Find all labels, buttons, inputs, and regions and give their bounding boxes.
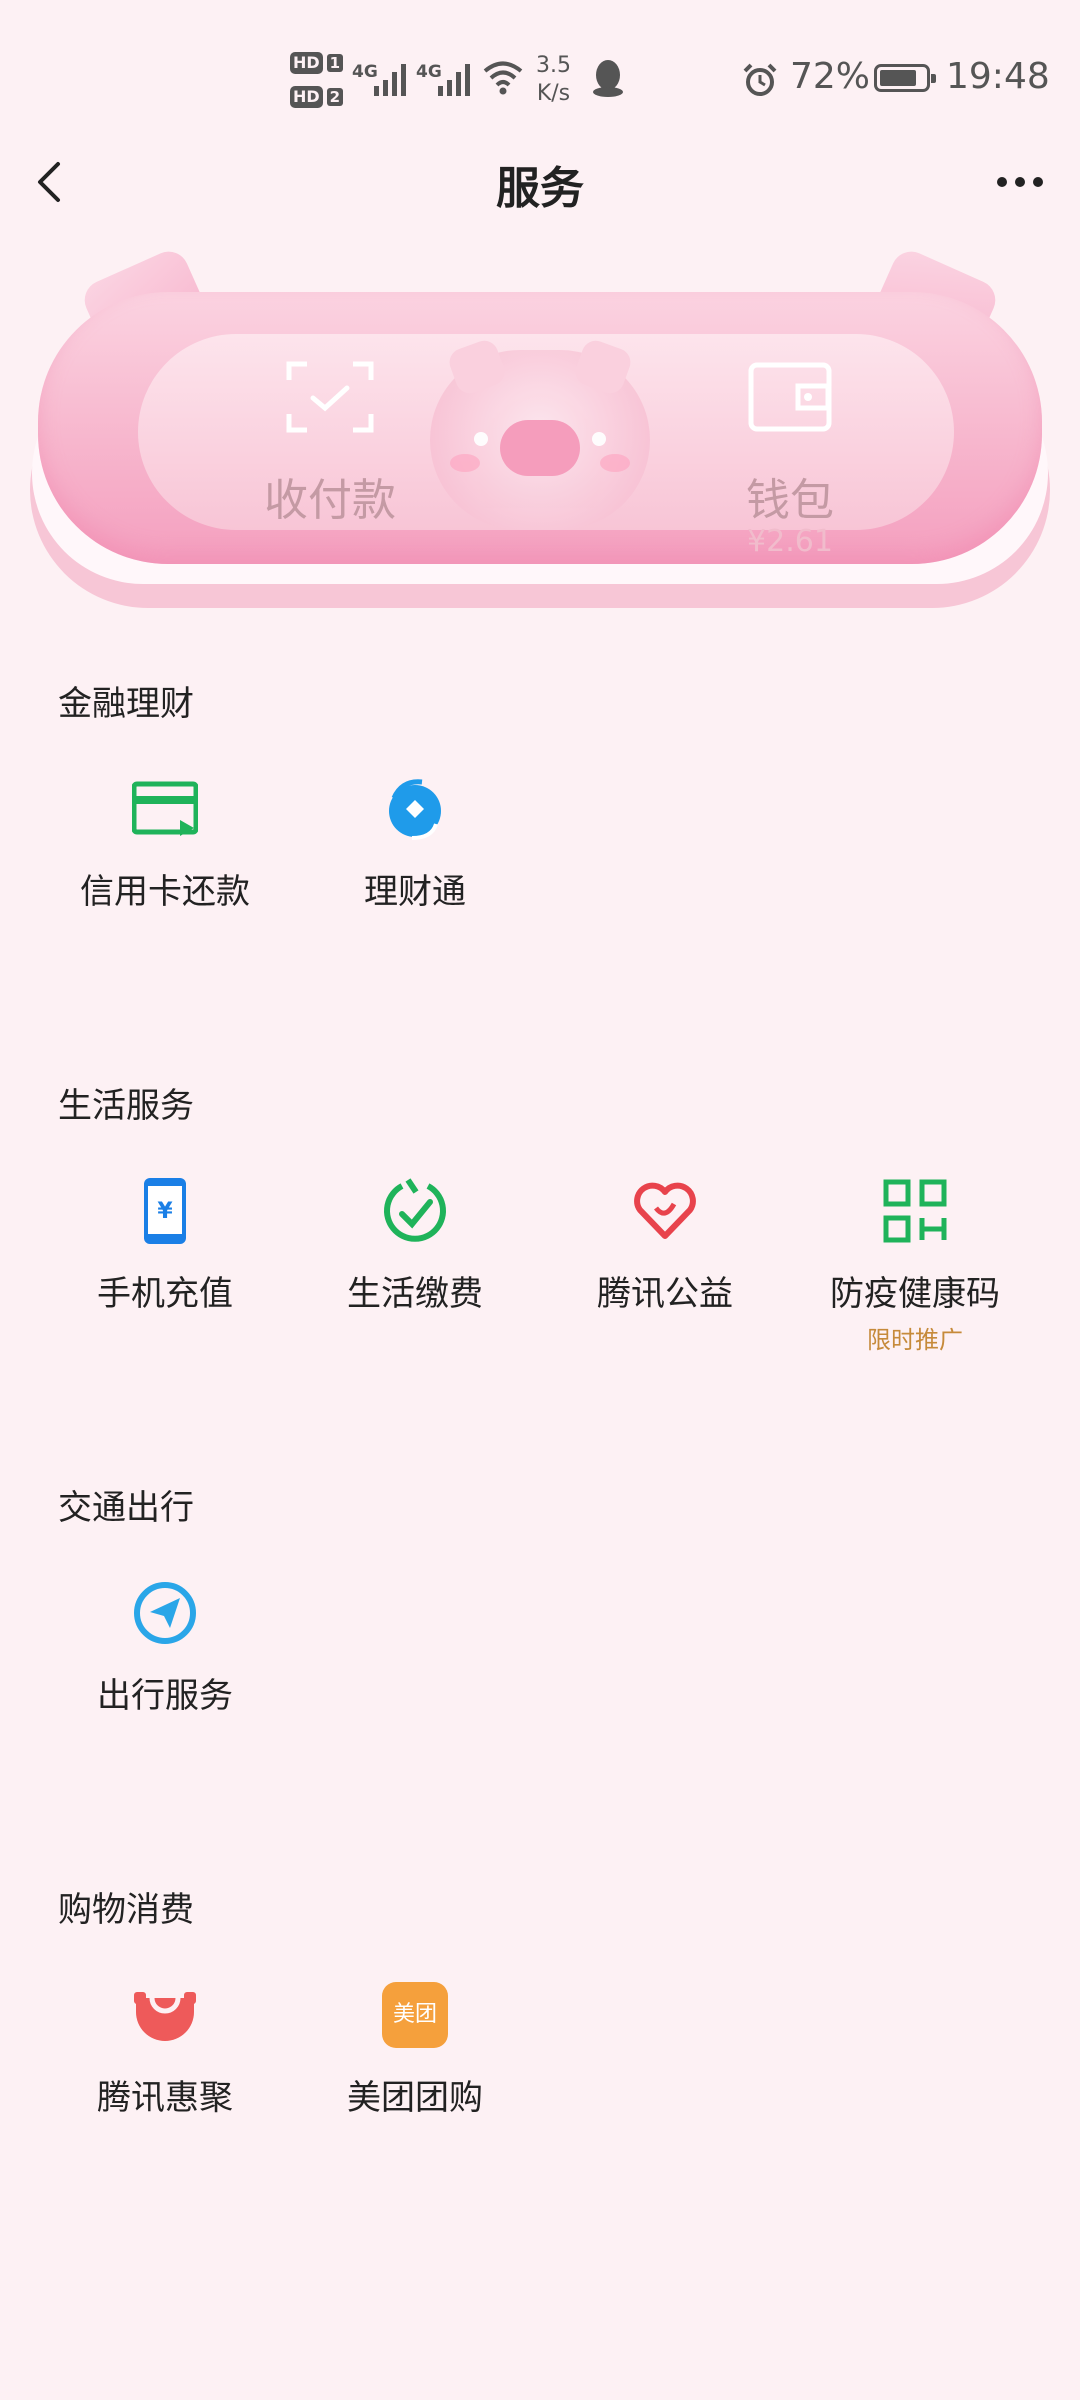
wallet-balance: ¥2.61	[747, 524, 833, 559]
travel-service-button[interactable]: 出行服务	[40, 1580, 290, 1770]
status-bar: HD 1 HD 2 4G 4G 3.5 K/s 72% 19:48	[0, 0, 1080, 160]
tile-label: 出行服务	[97, 1676, 233, 1716]
qq-icon	[593, 60, 623, 97]
scan-icon	[286, 361, 374, 433]
nav-header: 服务	[0, 140, 1080, 224]
speed-value: 3.5	[536, 53, 571, 78]
wifi-icon	[483, 61, 523, 95]
speed-unit: K/s	[536, 81, 571, 106]
sim-1-number: 1	[326, 54, 344, 72]
tile-label: 美团团购	[347, 2078, 483, 2118]
tile-label: 信用卡还款	[80, 872, 250, 912]
section-title: 交通出行	[58, 1488, 194, 1528]
phone-recharge-icon: ¥	[144, 1178, 186, 1244]
wallet-button[interactable]: 钱包 ¥2.61	[690, 352, 890, 559]
tile-label: 腾讯惠聚	[97, 2078, 233, 2118]
licaitong-button[interactable]: 理财通	[290, 776, 540, 966]
promo-tag: 限时推广	[867, 1326, 963, 1354]
hd-badge-2: HD	[290, 86, 323, 108]
network-speed: 3.5 K/s	[536, 52, 571, 108]
pay-receive-label: 收付款	[264, 475, 396, 526]
wallet-banner: 收付款 钱包 ¥2.61	[30, 245, 1050, 612]
page-title: 服务	[496, 163, 584, 214]
section-title: 购物消费	[58, 1890, 194, 1930]
battery-percent: 72%	[790, 56, 871, 97]
pay-receive-button[interactable]: 收付款	[230, 352, 430, 532]
wallet-label: 钱包	[746, 475, 834, 526]
wealth-icon	[389, 779, 441, 840]
tile-label: 腾讯公益	[597, 1274, 733, 1314]
section-title: 生活服务	[58, 1086, 194, 1126]
tencent-charity-button[interactable]: 腾讯公益	[540, 1178, 790, 1368]
svg-text:¥: ¥	[157, 1199, 173, 1224]
tile-label: 防疫健康码	[830, 1274, 1000, 1314]
shopping-bag-icon	[134, 1992, 196, 2041]
alarm-icon	[743, 63, 777, 96]
bill-check-icon	[384, 1178, 446, 1242]
meituan-icon-text: 美团	[392, 2002, 437, 2027]
meituan-group-buy-button[interactable]: 美团 美团团购	[290, 1982, 540, 2172]
tile-label: 手机充值	[97, 1274, 233, 1314]
more-dots-icon[interactable]	[990, 160, 1050, 204]
tile-label: 理财通	[364, 872, 466, 912]
credit-card-repay-button[interactable]: 信用卡还款	[40, 776, 290, 966]
utility-payment-button[interactable]: 生活缴费	[290, 1178, 540, 1368]
credit-card-icon	[132, 781, 198, 836]
wallet-icon	[748, 362, 832, 432]
health-code-button[interactable]: 防疫健康码 限时推广	[790, 1178, 1040, 1368]
sim-indicators: HD 1 HD 2	[290, 50, 344, 118]
sim-2-number: 2	[326, 88, 344, 106]
pig-mascot-image	[430, 336, 650, 530]
navigation-icon	[134, 1582, 196, 1644]
tencent-huiju-button[interactable]: 腾讯惠聚	[40, 1982, 290, 2172]
battery-icon	[874, 64, 936, 92]
meituan-icon: 美团	[382, 1982, 448, 2048]
section-title: 金融理财	[58, 684, 194, 724]
qr-code-icon	[883, 1179, 947, 1243]
clock: 19:48	[946, 56, 1050, 97]
charity-heart-icon	[634, 1182, 696, 1239]
phone-recharge-button[interactable]: ¥ 手机充值	[40, 1178, 290, 1368]
hd-badge-1: HD	[290, 52, 323, 74]
tile-label: 生活缴费	[347, 1274, 483, 1314]
